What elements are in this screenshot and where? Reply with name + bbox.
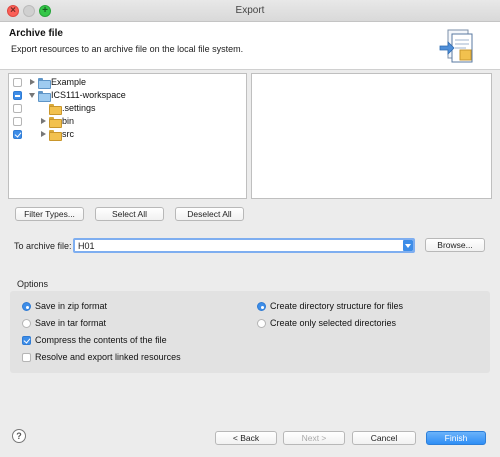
tree-checkbox[interactable] (13, 104, 22, 113)
project-folder-icon (38, 91, 51, 102)
create-selected-label: Create only selected directories (270, 318, 397, 328)
tree-item-label: Example (51, 77, 87, 87)
export-dialog: × + Export Archive file Export resources… (0, 0, 500, 457)
tree-item-label: .settings (62, 103, 96, 113)
tree-checkbox[interactable] (13, 117, 22, 126)
tar-format-label: Save in tar format (35, 318, 107, 328)
archive-file-value[interactable]: H01 (78, 241, 95, 251)
folder-icon (49, 117, 62, 128)
next-button: Next > (283, 431, 345, 445)
create-dirs-label: Create directory structure for files (270, 301, 404, 311)
page-description: Export resources to an archive file on t… (11, 44, 244, 54)
export-archive-icon (439, 29, 473, 63)
compress-label: Compress the contents of the file (35, 335, 167, 345)
tree-item-label: ICS111-workspace (51, 90, 126, 100)
browse-button[interactable]: Browse... (425, 238, 485, 252)
resolve-linked-checkbox[interactable] (22, 353, 31, 362)
chevron-down-icon[interactable] (403, 240, 413, 251)
folder-icon (49, 104, 62, 115)
create-dirs-radio[interactable] (257, 302, 266, 311)
tar-format-radio[interactable] (22, 319, 31, 328)
file-list[interactable] (251, 73, 492, 199)
folder-icon (49, 130, 62, 141)
expand-arrow-icon[interactable] (30, 79, 35, 85)
window-title: Export (235, 5, 265, 16)
cancel-button[interactable]: Cancel (352, 431, 416, 445)
compress-checkbox[interactable] (22, 336, 31, 345)
finish-button[interactable]: Finish (426, 431, 486, 445)
expand-arrow-icon[interactable] (41, 131, 46, 137)
tree-item-label: src (62, 129, 74, 139)
archive-file-label: To archive file: (14, 241, 72, 251)
collapse-arrow-icon[interactable] (29, 93, 35, 98)
options-group: Save in zip format Save in tar format Co… (10, 291, 490, 373)
expand-arrow-icon[interactable] (41, 118, 46, 124)
page-title: Archive file (9, 28, 63, 39)
options-heading: Options (17, 279, 49, 289)
wizard-header: Archive file Export resources to an arch… (0, 22, 500, 70)
zip-format-radio[interactable] (22, 302, 31, 311)
archive-file-combo[interactable]: H01 (73, 238, 415, 253)
resource-tree[interactable]: Example ICS111-workspace .settings bin s… (8, 73, 247, 199)
project-folder-icon (38, 78, 51, 89)
tree-checkbox[interactable] (13, 78, 22, 87)
help-icon[interactable]: ? (12, 429, 26, 443)
tree-checkbox[interactable] (13, 91, 22, 100)
zip-format-label: Save in zip format (35, 301, 108, 311)
filter-types-button[interactable]: Filter Types... (15, 207, 84, 221)
select-all-button[interactable]: Select All (95, 207, 164, 221)
create-selected-radio[interactable] (257, 319, 266, 328)
tree-checkbox[interactable] (13, 130, 22, 139)
title-bar: × + Export (0, 0, 500, 22)
resolve-linked-label: Resolve and export linked resources (35, 352, 181, 362)
deselect-all-button[interactable]: Deselect All (175, 207, 244, 221)
back-button[interactable]: < Back (215, 431, 277, 445)
tree-item-label: bin (62, 116, 75, 126)
